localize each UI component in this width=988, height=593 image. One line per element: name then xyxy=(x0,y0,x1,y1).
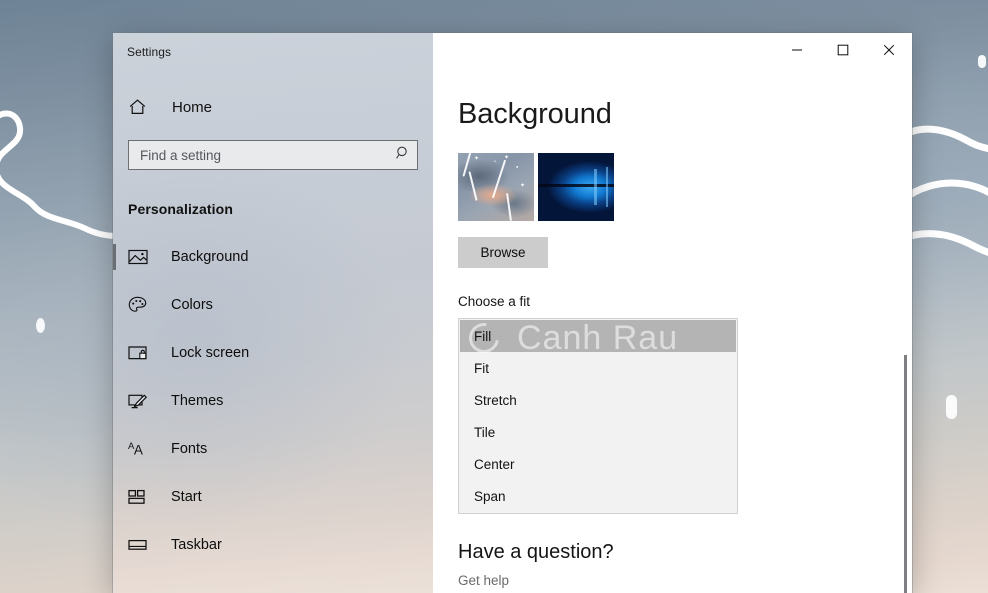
sidebar-item-label: Colors xyxy=(171,297,213,313)
maximize-icon xyxy=(837,43,849,61)
fit-option-label: Stretch xyxy=(474,392,517,408)
image-icon xyxy=(128,249,154,265)
sidebar-item-label: Background xyxy=(171,249,249,265)
fit-option-label: Span xyxy=(474,488,506,504)
sidebar-item-label: Taskbar xyxy=(171,537,222,553)
maximize-button[interactable] xyxy=(820,33,866,70)
brush-icon xyxy=(128,392,154,410)
content-scrollbar[interactable] xyxy=(899,70,912,593)
sidebar-item-label: Themes xyxy=(171,393,224,409)
wallpaper-preview-row: ✦ ✦ ✦ ● ● xyxy=(458,153,912,221)
sidebar-item-themes[interactable]: Themes xyxy=(113,377,433,425)
choose-a-fit-listbox[interactable]: Fill Fit Stretch Tile Center Span Canh R… xyxy=(458,318,738,514)
wallpaper-dot-topright xyxy=(978,55,986,68)
windows10-hero-wallpaper-thumbnail[interactable] xyxy=(538,153,614,221)
sidebar-item-taskbar[interactable]: Taskbar xyxy=(113,521,433,569)
close-icon xyxy=(883,43,895,61)
content-pane: Background ✦ ✦ ✦ ● ● Browse Choose a fit… xyxy=(433,33,912,593)
sidebar-item-colors[interactable]: Colors xyxy=(113,281,433,329)
window-titlebar[interactable]: Settings xyxy=(113,33,433,70)
fit-option-label: Fit xyxy=(474,360,489,376)
sidebar-item-fonts[interactable]: AA Fonts xyxy=(113,425,433,473)
sidebar-item-label: Start xyxy=(171,489,202,505)
sidebar-nav-list: Background Colors Lock screen Themes AA … xyxy=(113,233,433,569)
help-heading: Have a question? xyxy=(458,541,614,563)
search-box[interactable] xyxy=(128,140,418,170)
fit-option-center[interactable]: Center xyxy=(460,448,736,480)
fit-option-fill[interactable]: Fill xyxy=(460,320,736,352)
palette-icon xyxy=(128,296,154,314)
navigation-pane: Settings Home Find a setting Personaliza… xyxy=(113,33,433,593)
sidebar-home-label: Home xyxy=(172,98,213,116)
fit-option-label: Fill xyxy=(474,328,492,344)
window-caption-bar xyxy=(433,33,912,70)
search-input[interactable] xyxy=(140,147,395,163)
sidebar-item-start[interactable]: Start xyxy=(113,473,433,521)
sidebar-item-home[interactable]: Home xyxy=(113,88,433,126)
fonts-icon: AA xyxy=(128,440,143,457)
wallpaper-dot-left xyxy=(36,318,45,333)
fit-option-tile[interactable]: Tile xyxy=(460,416,736,448)
wallpaper-squiggle-right xyxy=(900,125,988,256)
close-button[interactable] xyxy=(866,33,912,70)
desktop-wallpaper: Settings Home Find a setting Personaliza… xyxy=(0,0,988,593)
sidebar-section-title: Personalization xyxy=(128,201,233,217)
lock-screen-icon xyxy=(128,345,154,361)
minimize-button[interactable] xyxy=(774,33,820,70)
sidebar-item-label: Fonts xyxy=(171,441,208,457)
browse-button[interactable]: Browse xyxy=(458,237,548,268)
page-title: Background xyxy=(458,98,612,130)
sidebar-item-lock-screen[interactable]: Lock screen xyxy=(113,329,433,377)
window-title: Settings xyxy=(127,44,172,59)
fit-option-label: Tile xyxy=(474,424,496,440)
settings-window: Settings Home Find a setting Personaliza… xyxy=(113,33,912,593)
clouds-wallpaper-thumbnail[interactable]: ✦ ✦ ✦ ● ● xyxy=(458,153,534,221)
scrollbar-thumb[interactable] xyxy=(904,355,907,593)
fit-option-stretch[interactable]: Stretch xyxy=(460,384,736,416)
start-tiles-icon xyxy=(128,489,154,505)
fit-option-label: Center xyxy=(474,456,515,472)
content-body: Background ✦ ✦ ✦ ● ● Browse Choose a fit… xyxy=(433,70,912,590)
wallpaper-squiggle-left xyxy=(0,110,118,239)
minimize-icon xyxy=(791,43,803,61)
choose-a-fit-label: Choose a fit xyxy=(458,294,531,309)
sidebar-item-background[interactable]: Background xyxy=(113,233,433,281)
get-help-link[interactable]: Get help xyxy=(458,573,509,588)
fit-option-fit[interactable]: Fit xyxy=(460,352,736,384)
taskbar-icon xyxy=(128,538,154,552)
fit-option-span[interactable]: Span xyxy=(460,480,736,512)
home-icon xyxy=(128,98,158,116)
search-icon[interactable] xyxy=(395,145,411,166)
sidebar-item-label: Lock screen xyxy=(171,345,250,361)
wallpaper-dot-right xyxy=(946,395,957,419)
